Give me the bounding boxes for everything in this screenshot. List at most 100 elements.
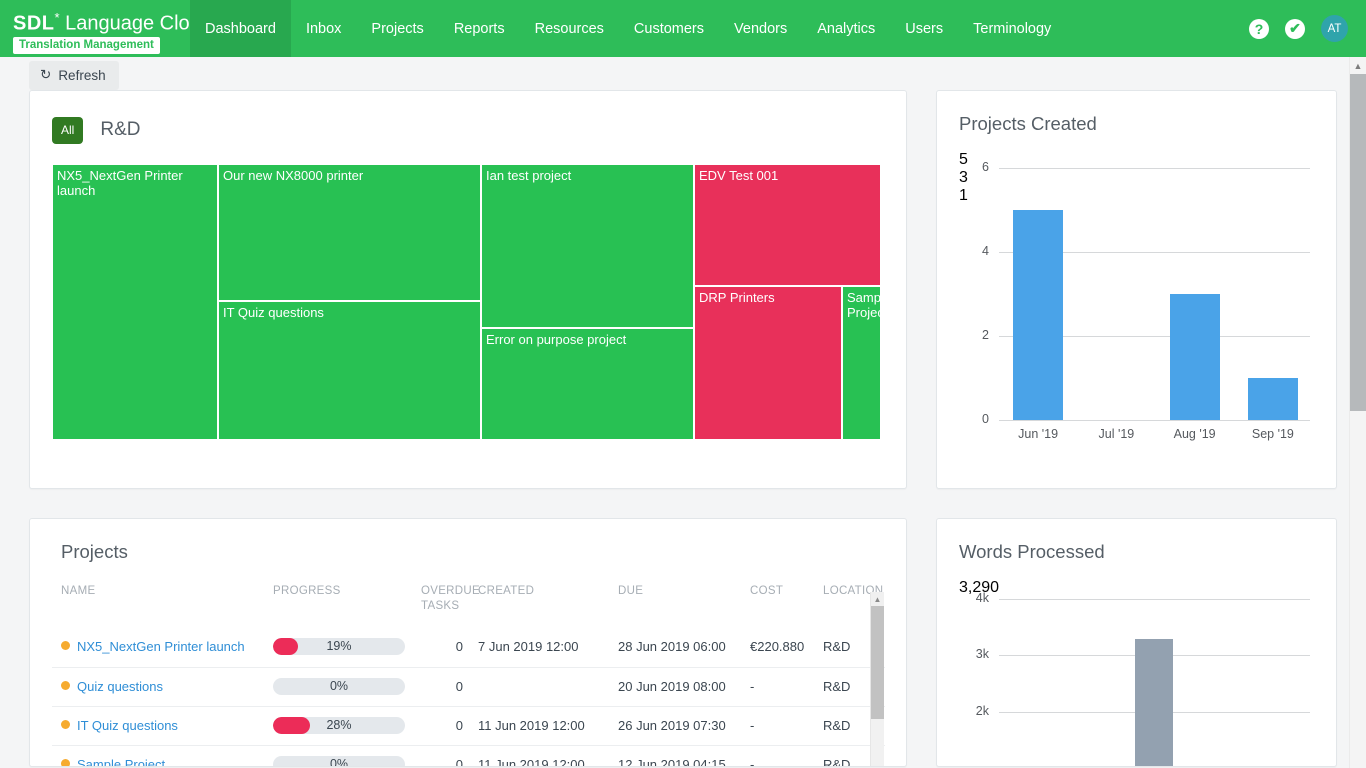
- cell-progress: 28%: [264, 706, 412, 745]
- treemap-tile[interactable]: EDV Test 001: [694, 164, 881, 286]
- brand-logo[interactable]: SDL* Language Cloud Translation Manageme…: [0, 0, 190, 57]
- treemap-tile[interactable]: IT Quiz questions: [218, 301, 481, 440]
- nav-item-users[interactable]: Users: [890, 0, 958, 57]
- cell-cost: €220.880: [741, 628, 814, 667]
- projects-table-head: NAME PROGRESS OVERDUE TASKS CREATED DUE …: [52, 584, 885, 628]
- treemap-tile-label: NX5_NextGen Printer launch: [57, 168, 183, 198]
- column-header-progress[interactable]: PROGRESS: [264, 584, 412, 628]
- table-row[interactable]: Quiz questions0%020 Jun 2019 08:00-R&D: [52, 667, 885, 706]
- projects-table: NAME PROGRESS OVERDUE TASKS CREATED DUE …: [52, 584, 885, 767]
- treemap: NX5_NextGen Printer launch Our new NX8000…: [52, 164, 881, 440]
- project-treemap-card: All R&D NX5_NextGen Printer launch Our ne…: [29, 90, 907, 489]
- words-processed-chart: 4k3k2k3,290: [959, 579, 1314, 767]
- refresh-icon: ↻: [40, 67, 51, 83]
- cell-created: 11 Jun 2019 12:00: [469, 706, 609, 745]
- grid-line: [999, 168, 1310, 169]
- y-axis-tick-label: 2k: [959, 704, 989, 718]
- nav-item-resources[interactable]: Resources: [520, 0, 619, 57]
- table-row[interactable]: NX5_NextGen Printer launch19%07 Jun 2019…: [52, 628, 885, 667]
- project-name-link[interactable]: Sample Project: [77, 757, 165, 767]
- treemap-tile[interactable]: NX5_NextGen Printer launch: [52, 164, 218, 440]
- cell-overdue-tasks: 0: [412, 745, 469, 767]
- table-row[interactable]: Sample Project0%011 Jun 2019 12:0012 Jun…: [52, 745, 885, 767]
- projects-created-title: Projects Created: [959, 113, 1314, 135]
- nav-item-reports[interactable]: Reports: [439, 0, 520, 57]
- treemap-tile-label: Ian test project: [486, 168, 571, 183]
- cell-name: Sample Project: [52, 745, 264, 767]
- help-icon[interactable]: ?: [1249, 19, 1269, 39]
- treemap-location-label: R&D: [100, 119, 140, 141]
- projects-table-card: Projects NAME PROGRESS OVERDUE TASKS CRE…: [29, 518, 907, 767]
- treemap-tile-label: Our new NX8000 printer: [223, 168, 363, 183]
- x-axis-tick-label: Jun '19: [998, 427, 1078, 441]
- projects-table-scrollbar[interactable]: ▲: [870, 592, 884, 767]
- cell-progress: 19%: [264, 628, 412, 667]
- column-header-created[interactable]: CREATED: [469, 584, 609, 628]
- grid-line: [999, 599, 1310, 600]
- progress-bar: 0%: [273, 678, 405, 695]
- column-header-name[interactable]: NAME: [52, 584, 264, 628]
- toolbar: ↻ Refresh: [0, 57, 1366, 90]
- page-scrollbar-thumb[interactable]: [1350, 74, 1366, 411]
- progress-bar-label: 28%: [273, 717, 405, 734]
- globe-icon[interactable]: ✔: [1285, 19, 1305, 39]
- progress-bar: 19%: [273, 638, 405, 655]
- chart-bar[interactable]: [1013, 210, 1063, 420]
- nav-item-terminology[interactable]: Terminology: [958, 0, 1066, 57]
- projects-table-body: NX5_NextGen Printer launch 19% 0 7 Jun 2019…: [52, 628, 885, 767]
- overdue-line-1: OVERDUE: [421, 585, 480, 597]
- bar-value-label: 1: [959, 187, 1039, 205]
- words-processed-card: Words Processed 4k3k2k3,290: [936, 518, 1337, 767]
- chart-bar[interactable]: [1135, 639, 1173, 767]
- treemap-tile[interactable]: Error on purpose project: [481, 328, 694, 440]
- dashboard-row-1: All R&D NX5_NextGen Printer launch Our ne…: [29, 90, 1337, 489]
- projects-created-card: Projects Created 64205Jun '19Jul '193Aug…: [936, 90, 1337, 489]
- table-row[interactable]: IT Quiz questions28%011 Jun 2019 12:0026…: [52, 706, 885, 745]
- cell-cost: -: [741, 667, 814, 706]
- words-processed-title: Words Processed: [959, 541, 1314, 563]
- page-scroll-up-arrow-icon[interactable]: ▲: [1350, 57, 1366, 74]
- page-scrollbar[interactable]: ▲: [1349, 57, 1366, 768]
- treemap-tile[interactable]: Sample Project: [842, 286, 881, 440]
- column-header-due[interactable]: DUE: [609, 584, 741, 628]
- nav-right-actions: ? ✔ AT: [1249, 0, 1366, 57]
- refresh-button[interactable]: ↻ Refresh: [29, 61, 119, 90]
- cell-progress: 0%: [264, 667, 412, 706]
- avatar[interactable]: AT: [1321, 15, 1348, 42]
- nav-item-vendors[interactable]: Vendors: [719, 0, 802, 57]
- y-axis-tick-label: 2: [959, 328, 989, 342]
- cell-created: 7 Jun 2019 12:00: [469, 628, 609, 667]
- x-axis-tick-label: Jul '19: [1076, 427, 1156, 441]
- treemap-tile[interactable]: Ian test project: [481, 164, 694, 328]
- treemap-all-filter[interactable]: All: [52, 117, 83, 144]
- nav-item-projects[interactable]: Projects: [356, 0, 438, 57]
- column-header-overdue-tasks[interactable]: OVERDUE TASKS: [412, 584, 469, 628]
- scrollbar-thumb[interactable]: [871, 606, 884, 719]
- chart-bar[interactable]: [1248, 378, 1298, 420]
- treemap-tile-label: EDV Test 001: [699, 168, 778, 183]
- progress-bar: 28%: [273, 717, 405, 734]
- nav-item-inbox[interactable]: Inbox: [291, 0, 356, 57]
- nav-items: Dashboard Inbox Projects Reports Resourc…: [190, 0, 1249, 57]
- project-name-link[interactable]: NX5_NextGen Printer launch: [77, 639, 245, 654]
- project-name-link[interactable]: IT Quiz questions: [77, 718, 178, 733]
- cell-name: NX5_NextGen Printer launch: [52, 628, 264, 667]
- progress-bar-label: 0%: [273, 678, 405, 695]
- treemap-tile[interactable]: Our new NX8000 printer: [218, 164, 481, 301]
- cell-cost: -: [741, 706, 814, 745]
- y-axis-tick-label: 6: [959, 160, 989, 174]
- nav-item-analytics[interactable]: Analytics: [802, 0, 890, 57]
- nav-item-dashboard[interactable]: Dashboard: [190, 0, 291, 57]
- dashboard-row-2: Projects NAME PROGRESS OVERDUE TASKS CRE…: [29, 518, 1337, 767]
- cell-due: 28 Jun 2019 06:00: [609, 628, 741, 667]
- treemap-tile-label: Error on purpose project: [486, 332, 626, 347]
- treemap-tile[interactable]: DRP Printers: [694, 286, 842, 440]
- nav-item-customers[interactable]: Customers: [619, 0, 719, 57]
- status-dot-icon: [61, 759, 70, 767]
- column-header-cost[interactable]: COST: [741, 584, 814, 628]
- chart-bar[interactable]: [1170, 294, 1220, 420]
- scroll-up-arrow-icon[interactable]: ▲: [871, 592, 884, 606]
- treemap-tile-label: DRP Printers: [699, 290, 775, 305]
- x-axis-tick-label: Aug '19: [1155, 427, 1235, 441]
- project-name-link[interactable]: Quiz questions: [77, 679, 163, 694]
